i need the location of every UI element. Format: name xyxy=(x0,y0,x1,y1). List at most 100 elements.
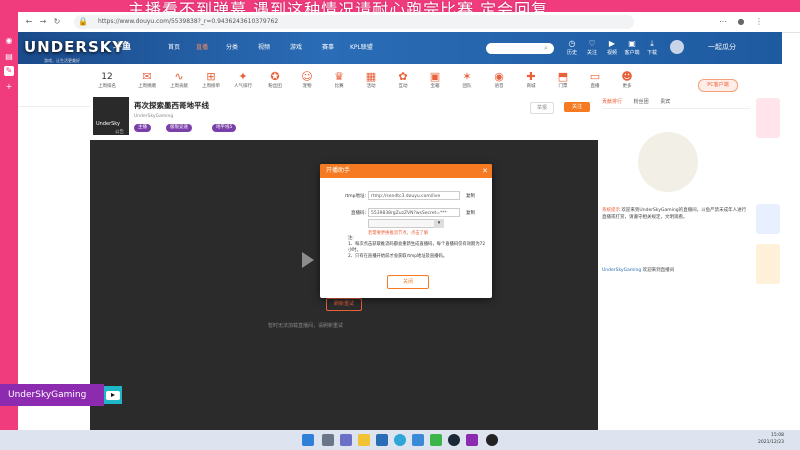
nav-game[interactable]: 游戏 xyxy=(290,42,302,51)
tag-pill[interactable]: 极限竞速 xyxy=(166,124,192,132)
sidebar-icon[interactable]: ▤ xyxy=(4,52,14,62)
nav-live[interactable]: 直播 xyxy=(196,42,208,51)
profile-icon[interactable]: ● xyxy=(736,17,746,27)
copy-rtmp-button[interactable]: 复制 xyxy=(466,193,475,199)
video-button[interactable]: ▶ 视频 xyxy=(604,38,620,60)
copy-code-button[interactable]: 复制 xyxy=(466,210,475,216)
sidebar-icon[interactable]: ◉ xyxy=(4,36,14,46)
url-input[interactable]: https://www.douyu.com/5539838?_r=0.94362… xyxy=(74,15,634,29)
nav-home[interactable]: 首页 xyxy=(168,42,180,51)
start-icon[interactable] xyxy=(302,434,314,446)
history-button[interactable]: ◷ 历史 xyxy=(564,38,580,60)
pc-client-button[interactable]: PC客户端 xyxy=(698,79,738,92)
refresh-icon[interactable]: ↻ xyxy=(52,17,62,27)
stream-code-field[interactable]: 5539838rgZuzZVN?wsSecret=*** xyxy=(368,208,460,217)
dialog-notes: 注: 1、每次点击获取推流码都会重新生成直播码，每个直播码仅有效期为72小时。 … xyxy=(348,236,488,260)
tab-fans[interactable]: 粉丝团 xyxy=(634,99,649,105)
chat-message: UnderSkyGaming 欢迎来到直播间 xyxy=(602,268,675,273)
nav-kpl[interactable]: KPL联盟 xyxy=(350,42,373,51)
promo-banner[interactable] xyxy=(756,204,780,234)
category-item[interactable]: ▭ 直播 xyxy=(582,70,608,90)
channel-logo-overlay: UNDERSKY 游戏，让生活更美好 xyxy=(18,28,123,70)
chat-app-icon[interactable] xyxy=(430,434,442,446)
category-item[interactable]: ▦ 活动 xyxy=(358,70,384,90)
category-item[interactable]: 12 上周排名 xyxy=(94,70,120,90)
mic-icon: ◉ xyxy=(494,70,504,83)
streamer-avatar[interactable]: UnderSky 公告 xyxy=(93,97,129,135)
category-item[interactable]: ⬒ 门票 xyxy=(550,70,576,90)
category-item[interactable]: ◉ 语音 xyxy=(486,70,512,90)
task-view-icon[interactable] xyxy=(340,434,352,446)
category-item[interactable]: ✪ 粉丝团 xyxy=(262,70,288,90)
node-select[interactable] xyxy=(368,219,444,228)
close-dialog-button[interactable]: 关闭 xyxy=(387,275,429,289)
follow-room-button[interactable]: 关注 xyxy=(564,102,590,112)
category-item[interactable]: ♛ 比赛 xyxy=(326,70,352,90)
nav-category[interactable]: 分类 xyxy=(226,42,238,51)
taskbar-clock[interactable]: 15:08 2021/12/23 xyxy=(758,432,784,446)
category-item[interactable]: ✶ 团队 xyxy=(454,70,480,90)
category-item[interactable]: ☻ 更多 xyxy=(614,70,640,90)
note-line: 2、只有在直播开始前才会获取rtmp地址及直播码。 xyxy=(348,254,448,259)
hot-icon: ✦ xyxy=(238,70,248,83)
edge-icon[interactable] xyxy=(394,434,406,446)
channel-logo: UNDERSKY xyxy=(24,38,125,56)
play-icon xyxy=(111,393,115,397)
client-button[interactable]: ▣ 客户端 xyxy=(624,38,640,60)
refresh-video-button[interactable]: 刷新重试 xyxy=(326,298,362,311)
steam-icon[interactable] xyxy=(448,434,460,446)
star-icon: ✪ xyxy=(270,70,280,83)
rtmp-url-field[interactable]: rtmp://sendtc3.douyu.com/live xyxy=(368,191,460,200)
header-promo[interactable]: 一起瓜分 xyxy=(708,42,736,52)
nav-match[interactable]: 赛事 xyxy=(322,42,334,51)
room-title: 再次探索墨西哥地平线 xyxy=(134,101,209,110)
explorer-icon[interactable] xyxy=(358,434,370,446)
promo-banner[interactable] xyxy=(756,98,780,138)
promo-banner[interactable] xyxy=(756,244,780,284)
category-item[interactable]: ✦ 人气排行 xyxy=(230,70,256,90)
search-taskbar-icon[interactable] xyxy=(322,434,334,446)
add-icon[interactable]: + xyxy=(4,82,14,92)
gift-icon: ✉ xyxy=(142,70,152,83)
category-item[interactable]: ▣ 宝箱 xyxy=(422,70,448,90)
back-icon[interactable]: ← xyxy=(24,17,34,27)
tab-contribution[interactable]: 贡献排行 xyxy=(602,99,622,105)
category-item[interactable]: ∿ 上周贡献 xyxy=(166,70,192,90)
category-item[interactable]: ✚ 商城 xyxy=(518,70,544,90)
box-icon: ▣ xyxy=(429,70,441,83)
chevron-down-icon[interactable]: ▾ xyxy=(434,219,444,228)
close-icon[interactable]: ✕ xyxy=(482,164,488,178)
download-button[interactable]: ⤓ 下载 xyxy=(644,38,660,60)
promo-sidebar[interactable] xyxy=(754,94,782,430)
note-line: 1、每次点击获取推流码都会重新生成直播码，每个直播码仅有效期为72小时。 xyxy=(348,242,486,253)
search-icon[interactable]: ⌕ xyxy=(544,44,548,53)
category-item[interactable]: ⊞ 上周榜单 xyxy=(198,70,224,90)
follow-button[interactable]: ♡ 关注 xyxy=(584,38,600,60)
tag-pill[interactable]: 地平线5 xyxy=(212,124,237,132)
app-icon[interactable] xyxy=(466,434,478,446)
sidebar-icon[interactable]: ✎ xyxy=(4,66,14,76)
user-avatar[interactable] xyxy=(670,40,684,54)
category-item[interactable]: ☺ 宠物 xyxy=(294,70,320,90)
category-item[interactable]: ✿ 互动 xyxy=(390,70,416,90)
address-bar: ← → ↻ https://www.douyu.com/5539838?_r=0… xyxy=(18,12,800,33)
tab-vip[interactable]: 贵宾 xyxy=(660,99,670,105)
menu-icon[interactable]: ⋮ xyxy=(754,17,764,27)
report-button[interactable]: 举报 xyxy=(530,102,554,114)
channel-name-card: UnderSkyGaming xyxy=(0,384,104,406)
tag-pill[interactable]: 主播 xyxy=(134,124,151,132)
browser-window: ← → ↻ https://www.douyu.com/5539838?_r=0… xyxy=(18,12,800,430)
forward-icon[interactable]: → xyxy=(38,17,48,27)
nav-video[interactable]: 视频 xyxy=(258,42,270,51)
lock-icon: 🔒 xyxy=(78,17,88,26)
extension-icon[interactable]: ⋯ xyxy=(718,17,728,27)
streamer-name[interactable]: UnderSkyGaming xyxy=(134,114,173,119)
category-item[interactable]: ✉ 上周捐赠 xyxy=(134,70,160,90)
mail-icon[interactable] xyxy=(412,434,424,446)
calendar-icon: ▦ xyxy=(365,70,377,83)
play-icon[interactable] xyxy=(302,252,314,268)
store-icon[interactable] xyxy=(376,434,388,446)
smile-icon: ☻ xyxy=(621,70,633,83)
shop-icon: ✚ xyxy=(526,70,536,83)
obs-icon[interactable] xyxy=(486,434,498,446)
